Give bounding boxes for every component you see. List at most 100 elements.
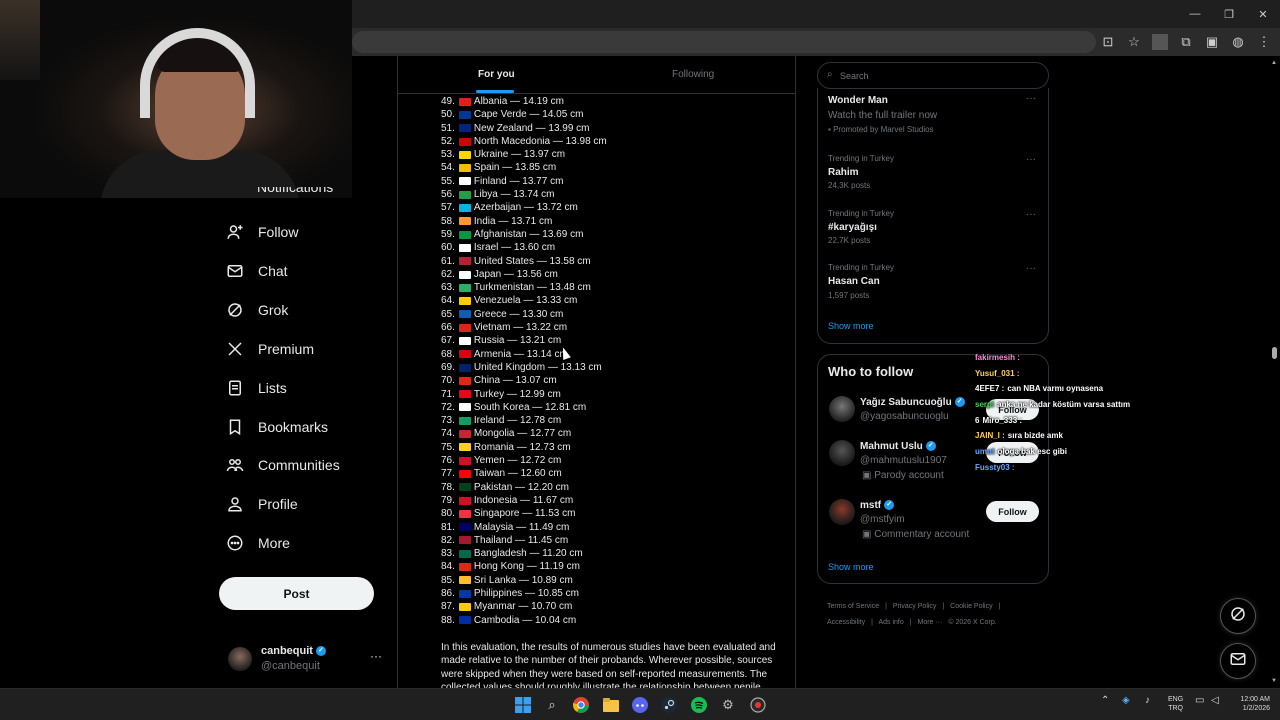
footer-link[interactable]: Terms of Service bbox=[827, 603, 879, 610]
settings-icon[interactable]: ⚙ bbox=[718, 695, 738, 715]
rank-number: 51. bbox=[441, 122, 455, 134]
nav-item-profile[interactable]: Profile bbox=[226, 491, 298, 517]
star-icon[interactable]: ☆ bbox=[1126, 34, 1142, 50]
list-item: 65. Greece — 13.30 cm bbox=[441, 308, 781, 321]
rank-number: 84. bbox=[441, 561, 455, 573]
rank-number: 67. bbox=[441, 335, 455, 347]
tab-for-you[interactable]: For you bbox=[478, 69, 515, 80]
account-more-icon[interactable]: ··· bbox=[370, 649, 382, 663]
suggested-name-text: mstf bbox=[860, 500, 882, 511]
search-icon[interactable]: ⌕ bbox=[542, 695, 562, 715]
nav-item-follow[interactable]: Follow bbox=[226, 219, 298, 245]
trends-show-more[interactable]: Show more bbox=[828, 321, 874, 331]
country-list: 49. Albania — 14.19 cm 50. Cape Verde — 14.… bbox=[441, 95, 781, 627]
avatar[interactable] bbox=[829, 396, 855, 422]
nav-item-bookmarks[interactable]: Bookmarks bbox=[226, 414, 328, 440]
chat-text: can NBA varmı oynasena bbox=[1007, 384, 1104, 394]
list-item: 55. Finland — 13.77 cm bbox=[441, 175, 781, 188]
search-placeholder: Search bbox=[840, 71, 869, 81]
suggested-name[interactable]: Mahmut Uslu ✓ bbox=[860, 441, 936, 452]
menu-icon[interactable]: ⋮ bbox=[1256, 34, 1272, 50]
follow-button[interactable]: Follow bbox=[986, 501, 1039, 522]
install-app-icon[interactable]: ⊡ bbox=[1100, 34, 1116, 50]
profile-icon[interactable]: ◍ bbox=[1230, 34, 1246, 50]
chat-message: 6 Miro_333 : bbox=[975, 413, 1215, 429]
search-input[interactable]: ⌕ Search bbox=[817, 62, 1049, 89]
footer-link[interactable]: Privacy Policy bbox=[893, 603, 937, 610]
flag-icon bbox=[458, 217, 471, 226]
steam-icon[interactable] bbox=[659, 695, 679, 715]
account-switcher[interactable]: canbequit ✓ @canbequit ··· bbox=[226, 643, 386, 675]
nav-partial-item[interactable]: Notifications bbox=[230, 187, 333, 201]
scroll-down-icon[interactable]: ▼ bbox=[1271, 678, 1277, 684]
nav-item-premium[interactable]: Premium bbox=[226, 336, 314, 362]
flag-icon bbox=[458, 350, 471, 359]
nav-item-lists[interactable]: Lists bbox=[226, 375, 287, 401]
suggested-name[interactable]: mstf ✓ bbox=[860, 500, 895, 511]
address-bar[interactable] bbox=[352, 31, 1096, 53]
file-explorer-icon[interactable] bbox=[601, 695, 621, 715]
messages-fab[interactable] bbox=[1220, 643, 1256, 679]
windows-start-icon[interactable] bbox=[513, 695, 533, 715]
trend-title[interactable]: Rahim bbox=[828, 167, 859, 178]
network-icon[interactable]: ▭ bbox=[1195, 695, 1204, 706]
rank-number: 76. bbox=[441, 455, 455, 467]
volume-icon[interactable]: ◁ bbox=[1211, 695, 1219, 706]
language-indicator[interactable]: ENG TRQ bbox=[1168, 695, 1183, 713]
tray-chevron-icon[interactable]: ⌃ bbox=[1101, 695, 1109, 706]
list-item: 86. Philippines — 10.85 cm bbox=[441, 587, 781, 600]
tab-following[interactable]: Following bbox=[672, 69, 714, 80]
footer-link[interactable]: More ··· bbox=[918, 619, 943, 626]
avatar[interactable] bbox=[829, 499, 855, 525]
nav-item-communities[interactable]: Communities bbox=[226, 452, 340, 478]
chrome-icon[interactable] bbox=[571, 695, 591, 715]
tray-app-icon[interactable]: ◈ bbox=[1122, 695, 1130, 706]
account-name-text: canbequit bbox=[261, 645, 313, 657]
follow-show-more[interactable]: Show more bbox=[828, 562, 874, 572]
nav-item-chat[interactable]: Chat bbox=[226, 258, 288, 284]
footer-link[interactable]: Accessibility bbox=[827, 619, 865, 626]
minimize-button[interactable]: — bbox=[1178, 0, 1212, 28]
discord-icon[interactable] bbox=[630, 695, 650, 715]
nav-label: Grok bbox=[258, 302, 289, 318]
footer-separator: | bbox=[909, 619, 912, 626]
avatar[interactable] bbox=[829, 440, 855, 466]
mail-icon bbox=[226, 262, 244, 280]
trend-title[interactable]: #karyağışı bbox=[828, 222, 877, 233]
promo-more-icon[interactable]: ··· bbox=[1026, 93, 1036, 104]
side-panel-icon[interactable]: ▣ bbox=[1204, 34, 1220, 50]
nav-label: More bbox=[258, 535, 290, 551]
trend-title[interactable]: Hasan Can bbox=[828, 276, 880, 287]
microphone-icon[interactable]: ♪ bbox=[1145, 695, 1150, 706]
trend-more-icon[interactable]: ··· bbox=[1026, 154, 1036, 165]
nav-label: Follow bbox=[258, 224, 299, 240]
spotify-icon[interactable] bbox=[689, 695, 709, 715]
suggested-name[interactable]: Yağız Sabuncuoğlu ✓ bbox=[860, 397, 965, 408]
list-item: 67. Russia — 13.21 cm bbox=[441, 334, 781, 347]
promo-title[interactable]: Wonder Man bbox=[828, 95, 888, 106]
nav-label: Bookmarks bbox=[258, 419, 329, 435]
maximize-button[interactable]: ❐ bbox=[1212, 0, 1246, 28]
trend-more-icon[interactable]: ··· bbox=[1026, 263, 1036, 274]
close-button[interactable]: ✕ bbox=[1246, 0, 1280, 28]
parody-badge-text: Parody account bbox=[874, 470, 944, 481]
scroll-up-icon[interactable]: ▲ bbox=[1271, 60, 1277, 66]
nav-item-more[interactable]: More bbox=[226, 530, 290, 556]
suggested-handle: @mstfyim bbox=[860, 514, 905, 525]
language-bottom: TRQ bbox=[1168, 705, 1183, 712]
who-to-follow-title: Who to follow bbox=[828, 364, 914, 379]
page-scrollbar[interactable] bbox=[1270, 58, 1278, 686]
nav-item-grok[interactable]: Grok bbox=[226, 297, 288, 323]
footer-link[interactable]: Cookie Policy bbox=[950, 603, 992, 610]
list-item: 69. United Kingdom — 13.13 cm bbox=[441, 361, 781, 374]
footer-link[interactable]: Ads info bbox=[878, 619, 903, 626]
country-value: Vietnam — 13.22 cm bbox=[473, 322, 568, 334]
clock[interactable]: 12:00 AM 1/2/2026 bbox=[1230, 695, 1270, 713]
trend-more-icon[interactable]: ··· bbox=[1026, 209, 1036, 220]
extensions-icon[interactable]: ⧉ bbox=[1178, 34, 1194, 50]
grok-fab[interactable] bbox=[1220, 598, 1256, 634]
flag-icon bbox=[458, 336, 471, 345]
scroll-thumb[interactable] bbox=[1272, 347, 1277, 359]
recorder-icon[interactable] bbox=[748, 695, 768, 715]
post-button[interactable]: Post bbox=[219, 577, 374, 610]
